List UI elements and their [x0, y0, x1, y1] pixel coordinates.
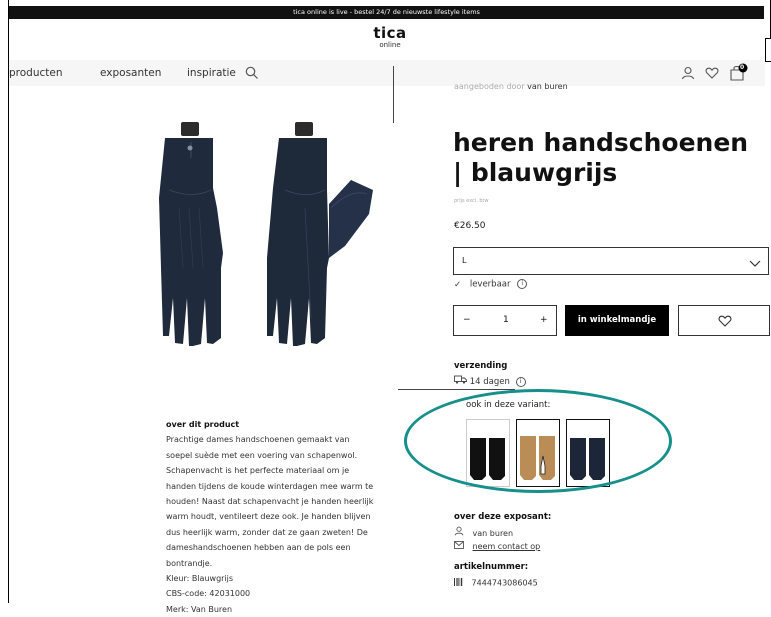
window-left-frame [0, 0, 9, 603]
shipping-days-text: 14 dagen [469, 377, 510, 387]
description-line: CBS-code: 42031000 [166, 589, 251, 599]
logo-main: tica [373, 24, 407, 42]
product-description: over dit product Prachtige dames handsch… [166, 417, 436, 617]
user-icon [454, 526, 464, 538]
info-icon[interactable]: i [515, 376, 526, 387]
search-icon[interactable] [245, 65, 261, 81]
heart-icon [718, 315, 732, 327]
shipping-title: verzending [454, 361, 508, 371]
description-line: dus heerlijk warm, zonder dat ze gaan zw… [166, 527, 368, 537]
shipping-days: 14 dagen i [454, 375, 526, 387]
product-price: €26.50 [454, 221, 486, 231]
description-line: houden! Naast dat schapenvacht je handen… [166, 497, 374, 507]
cart-icon[interactable]: 0 [729, 63, 748, 81]
vendor-name-link[interactable]: van buren [527, 82, 568, 91]
truck-icon [454, 375, 470, 387]
add-to-cart-button[interactable]: in winkelmandje [565, 305, 669, 336]
nav-item-inspiratie[interactable]: inspiratie [187, 67, 236, 79]
logo-sub: online [379, 41, 401, 49]
article-title: artikelnummer: [454, 562, 529, 572]
product-image[interactable] [155, 118, 383, 350]
exposant-title: over deze exposant: [454, 512, 552, 522]
qty-minus-button[interactable]: − [463, 315, 471, 325]
contact-row: neem contact op [454, 541, 540, 551]
qty-plus-button[interactable]: + [540, 315, 548, 325]
description-line: handen tijdens de koude winterdagen mee … [166, 481, 374, 491]
site-logo[interactable]: tica online [360, 26, 420, 49]
right-glove-shape [267, 122, 373, 346]
cart-count-badge: 0 [740, 64, 745, 71]
contact-link[interactable]: neem contact op [473, 542, 541, 551]
info-icon[interactable]: i [517, 279, 528, 289]
quantity-stepper: − 1 + [453, 305, 557, 336]
main-nav: producten exposanten inspiratie 0 [9, 60, 765, 86]
article-number-row: 7444743086045 [454, 578, 538, 588]
description-line: warm houdt, ventileert deze ook. Je hand… [166, 512, 371, 522]
vendor-line: aangeboden door van buren [454, 82, 568, 91]
nav-item-exposanten[interactable]: exposanten [100, 67, 161, 79]
size-select-value: L [462, 256, 467, 265]
mail-icon [454, 541, 464, 551]
description-line: dameshandschoenen hebben aan de pols een [166, 543, 351, 553]
barcode-icon [454, 578, 463, 588]
divider [398, 389, 515, 390]
highlight-circle-annotation [404, 389, 672, 493]
article-number: 7444743086045 [471, 578, 538, 588]
exposant-name[interactable]: van buren [473, 529, 514, 538]
description-line: Schapenvacht is het perfecte materiaal o… [166, 466, 350, 476]
size-select[interactable]: L [453, 247, 769, 275]
scrollbar-fragment[interactable] [765, 38, 771, 62]
announcement-bar: tica online is live - bestel 24/7 de nie… [9, 6, 764, 19]
wishlist-button[interactable] [678, 305, 770, 336]
price-tag-note: prijs excl. btw [454, 198, 489, 204]
heart-icon[interactable] [705, 65, 721, 81]
user-icon[interactable] [681, 65, 697, 81]
chevron-down-icon [748, 255, 762, 269]
text-cursor-line [393, 66, 394, 123]
description-line: Prachtige dames handschoenen gemaakt van [166, 435, 350, 445]
nav-item-producten[interactable]: producten [9, 67, 63, 79]
description-line: Merk: Van Buren [166, 604, 233, 614]
vendor-prefix: aangeboden door [454, 82, 525, 91]
product-title: heren handschoenen | blauwgrijs [453, 128, 749, 187]
description-heading: over dit product [166, 420, 240, 429]
exposant-vendor: van buren [454, 526, 513, 538]
left-glove-shape [159, 122, 223, 346]
stock-label: leverbaar [469, 279, 511, 290]
check-icon: ✓ [454, 279, 462, 290]
qty-value[interactable]: 1 [503, 315, 509, 325]
description-line: bontrandje. [166, 558, 213, 568]
description-line: Kleur: Blauwgrijs [166, 574, 234, 584]
description-line: soepel suède met een voering van schapen… [166, 450, 358, 460]
stock-status: ✓ leverbaar i [454, 279, 528, 290]
